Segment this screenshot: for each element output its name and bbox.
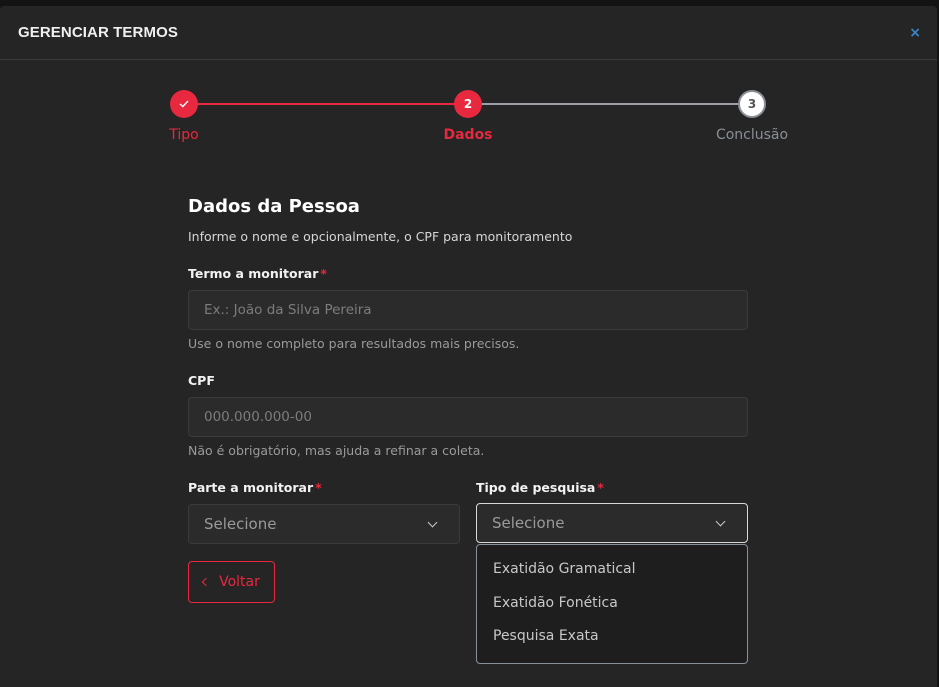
tipo-select-value: Selecione — [492, 514, 565, 532]
cpf-input[interactable] — [188, 397, 748, 437]
step-connector-complete — [184, 103, 468, 105]
chevron-left-icon — [201, 577, 211, 587]
step-3-label: Conclusão — [715, 127, 789, 143]
close-icon[interactable]: × — [909, 25, 921, 41]
tipo-dropdown-menu: Exatidão Gramatical Exatidão Fonética Pe… — [476, 544, 748, 664]
step-1-check-icon — [170, 90, 198, 118]
dropdown-option[interactable]: Exatidão Fonética — [477, 590, 747, 624]
back-button-label: Voltar — [219, 574, 260, 590]
parte-select[interactable]: Selecione — [188, 504, 460, 544]
termo-label-text: Termo a monitorar — [188, 266, 319, 281]
step-connector-pending — [468, 103, 752, 105]
manage-terms-modal: GERENCIAR TERMOS × 2 3 Tipo Dados Conclu… — [0, 6, 937, 687]
required-marker: * — [315, 480, 322, 495]
dropdown-option[interactable]: Exatidão Gramatical — [477, 556, 747, 590]
cpf-label: CPF — [188, 373, 215, 388]
cpf-hint: Não é obrigatório, mas ajuda a refinar a… — [188, 443, 485, 458]
section-subtitle: Informe o nome e opcionalmente, o CPF pa… — [188, 229, 573, 244]
section-title: Dados da Pessoa — [188, 196, 360, 217]
parte-select-value: Selecione — [204, 515, 277, 533]
modal-title: GERENCIAR TERMOS — [18, 24, 178, 41]
termo-input[interactable] — [188, 290, 748, 330]
parte-label: Parte a monitorar * — [188, 480, 322, 495]
tipo-select[interactable]: Selecione — [476, 503, 748, 543]
step-3-circle: 3 — [738, 90, 766, 118]
termo-label: Termo a monitorar * — [188, 266, 327, 281]
tipo-label: Tipo de pesquisa * — [476, 480, 604, 495]
step-1-label: Tipo — [169, 127, 199, 143]
required-marker: * — [597, 480, 604, 495]
step-2-circle: 2 — [454, 90, 482, 118]
tipo-label-text: Tipo de pesquisa — [476, 480, 596, 495]
step-2-label: Dados — [443, 127, 493, 143]
modal-header: GERENCIAR TERMOS × — [0, 6, 937, 60]
back-button[interactable]: Voltar — [188, 561, 275, 603]
chevron-down-icon — [715, 516, 726, 526]
chevron-down-icon — [427, 517, 438, 527]
dropdown-option[interactable]: Pesquisa Exata — [477, 623, 747, 657]
stepper: 2 3 Tipo Dados Conclusão — [0, 90, 937, 160]
termo-hint: Use o nome completo para resultados mais… — [188, 336, 520, 351]
required-marker: * — [320, 266, 327, 281]
parte-label-text: Parte a monitorar — [188, 480, 314, 495]
